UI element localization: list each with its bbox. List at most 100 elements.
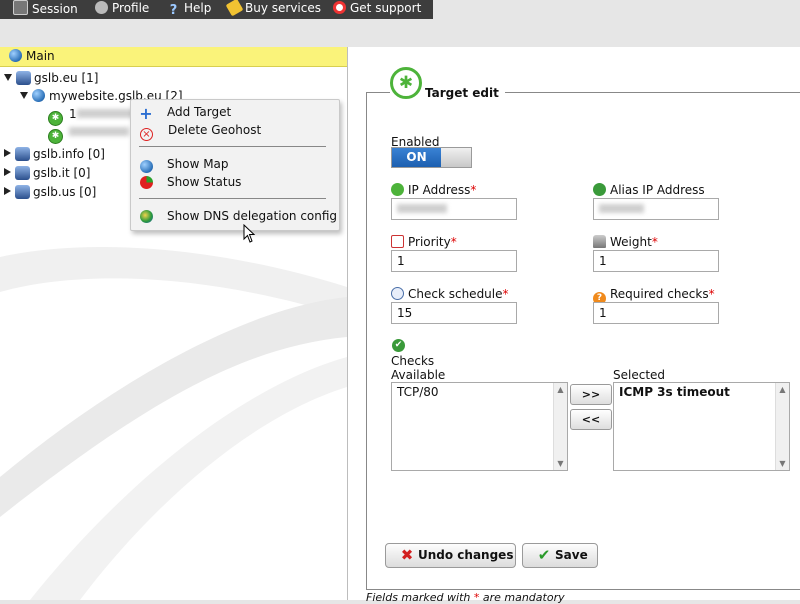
check-schedule-label: Check schedule*: [391, 287, 509, 301]
tree-node-gslb-info[interactable]: gslb.info [0]: [4, 147, 105, 162]
weight-label-text: Weight: [610, 235, 652, 249]
target-icon: ✱: [48, 111, 63, 126]
tree-node-gslb-us[interactable]: gslb.us [0]: [4, 185, 96, 200]
collapse-arrow-icon[interactable]: [4, 74, 12, 81]
scrollbar[interactable]: ▲ ▼: [553, 383, 567, 470]
scroll-down-icon[interactable]: ▼: [777, 458, 788, 469]
menu-profile-label: Profile: [112, 1, 150, 15]
form-title: ✱ Target edit: [390, 67, 505, 100]
profile-icon: [95, 1, 108, 14]
check-schedule-field[interactable]: 15: [391, 302, 517, 324]
alias-ip-field[interactable]: [593, 198, 719, 220]
checks-label: Checks: [391, 354, 435, 368]
alias-ip-label: Alias IP Address: [593, 183, 705, 197]
menu-help-label: Help: [184, 1, 212, 15]
tree-node-label: gslb.eu [1]: [34, 71, 99, 85]
menu-help[interactable]: ? Help: [167, 0, 212, 19]
red-x-icon: ✖: [400, 546, 414, 564]
undo-changes-button[interactable]: ✖ Undo changes: [385, 543, 516, 568]
tree-node-gslb-it[interactable]: gslb.it [0]: [4, 166, 91, 181]
list-item[interactable]: ICMP 3s timeout: [614, 383, 789, 401]
selected-checks-list[interactable]: ICMP 3s timeout ▲ ▼: [613, 382, 790, 471]
tree-target-1[interactable]: ✱ 1: [48, 107, 137, 126]
list-item[interactable]: TCP/80: [392, 383, 567, 401]
green-check-icon: ✔: [537, 546, 551, 564]
dns-server-icon: [15, 147, 30, 161]
geohost-globe-icon: [32, 89, 45, 102]
tree-target-2[interactable]: ✱: [48, 125, 129, 144]
required-checks-label-text: Required checks: [610, 287, 709, 301]
scroll-up-icon[interactable]: ▲: [777, 384, 788, 395]
priority-icon: [391, 235, 404, 248]
undo-button-label: Undo changes: [418, 548, 514, 562]
toggle-knob[interactable]: [441, 148, 471, 167]
expand-arrow-icon[interactable]: [4, 149, 11, 157]
alias-icon: [593, 183, 606, 196]
menu-get-support[interactable]: Get support: [333, 0, 421, 19]
form-title-text: Target edit: [425, 85, 499, 100]
menu-session[interactable]: Session: [13, 0, 78, 19]
session-icon: [13, 0, 28, 15]
weight-field[interactable]: 1: [593, 250, 719, 272]
expand-arrow-icon[interactable]: [4, 168, 11, 176]
globe-icon: [139, 160, 153, 174]
ip-address-label-text: IP Address: [408, 183, 471, 197]
scroll-up-icon[interactable]: ▲: [555, 384, 566, 395]
remove-check-button[interactable]: <<: [570, 409, 612, 430]
menu-profile[interactable]: Profile: [95, 0, 149, 19]
menu-support-label: Get support: [350, 1, 422, 15]
dns-server-icon: [16, 71, 31, 85]
alias-ip-label-text: Alias IP Address: [610, 183, 705, 197]
ctx-item-label: Show Status: [167, 175, 242, 189]
menu-buy-label: Buy services: [245, 1, 321, 15]
ctx-show-map[interactable]: Show Map: [139, 155, 229, 173]
buy-icon: [225, 0, 244, 17]
globe-icon: [9, 49, 22, 62]
ctx-item-label: Add Target: [167, 105, 232, 119]
menu-divider: [139, 146, 326, 147]
scroll-down-icon[interactable]: ▼: [555, 458, 566, 469]
menu-buy-services[interactable]: Buy services: [225, 0, 321, 19]
mandatory-footnote: Fields marked with * are mandatory: [366, 591, 565, 604]
tree-node-label: gslb.us [0]: [33, 185, 97, 199]
delete-icon: ×: [140, 128, 153, 141]
dns-server-icon: [15, 166, 30, 180]
tree-header-label: Main: [26, 49, 55, 63]
menu-divider: [139, 198, 326, 199]
required-marker: *: [708, 287, 715, 301]
scrollbar[interactable]: ▲ ▼: [775, 383, 789, 470]
enabled-toggle[interactable]: ON: [391, 147, 472, 168]
top-menu-bar: Session Profile ? Help Buy services Get s…: [0, 0, 433, 19]
footnote-pre: Fields marked with: [366, 591, 474, 604]
dns-server-icon: [15, 185, 30, 199]
selected-label: Selected: [613, 368, 666, 382]
tree-header-main[interactable]: Main: [0, 47, 347, 67]
priority-field[interactable]: 1: [391, 250, 517, 272]
available-label: Available: [391, 368, 446, 382]
save-button[interactable]: ✔ Save: [522, 543, 598, 568]
ctx-show-status[interactable]: Show Status: [139, 173, 241, 191]
tree-node-label: gslb.info [0]: [33, 147, 105, 161]
collapse-arrow-icon[interactable]: [20, 92, 28, 99]
available-checks-list[interactable]: TCP/80 ▲ ▼: [391, 382, 568, 471]
tree-node-gslb-eu[interactable]: gslb.eu [1]: [4, 71, 98, 86]
target-icon: ✱: [390, 67, 422, 99]
tree-target-label: 1: [69, 107, 77, 121]
menu-session-label: Session: [32, 2, 78, 16]
mouse-cursor-icon: [243, 224, 256, 243]
required-marker: *: [470, 183, 477, 197]
earth-icon: [139, 210, 153, 224]
required-checks-field[interactable]: 1: [593, 302, 719, 324]
add-check-button[interactable]: >>: [570, 384, 612, 405]
expand-arrow-icon[interactable]: [4, 187, 11, 195]
redacted-text: [599, 204, 644, 213]
ctx-add-target[interactable]: + Add Target: [139, 103, 232, 123]
ctx-item-label: Delete Geohost: [168, 123, 262, 137]
ctx-show-dns-delegation[interactable]: Show DNS delegation config: [139, 207, 337, 225]
ctx-delete-geohost[interactable]: × Delete Geohost: [139, 121, 262, 141]
plus-icon: +: [139, 104, 153, 123]
checkmark-icon: ✔: [392, 339, 405, 352]
toggle-on-label: ON: [392, 148, 441, 167]
target-edit-panel: ✱ Target edit Enabled ON IP Address* Alia…: [348, 47, 800, 604]
ip-address-field[interactable]: [391, 198, 517, 220]
